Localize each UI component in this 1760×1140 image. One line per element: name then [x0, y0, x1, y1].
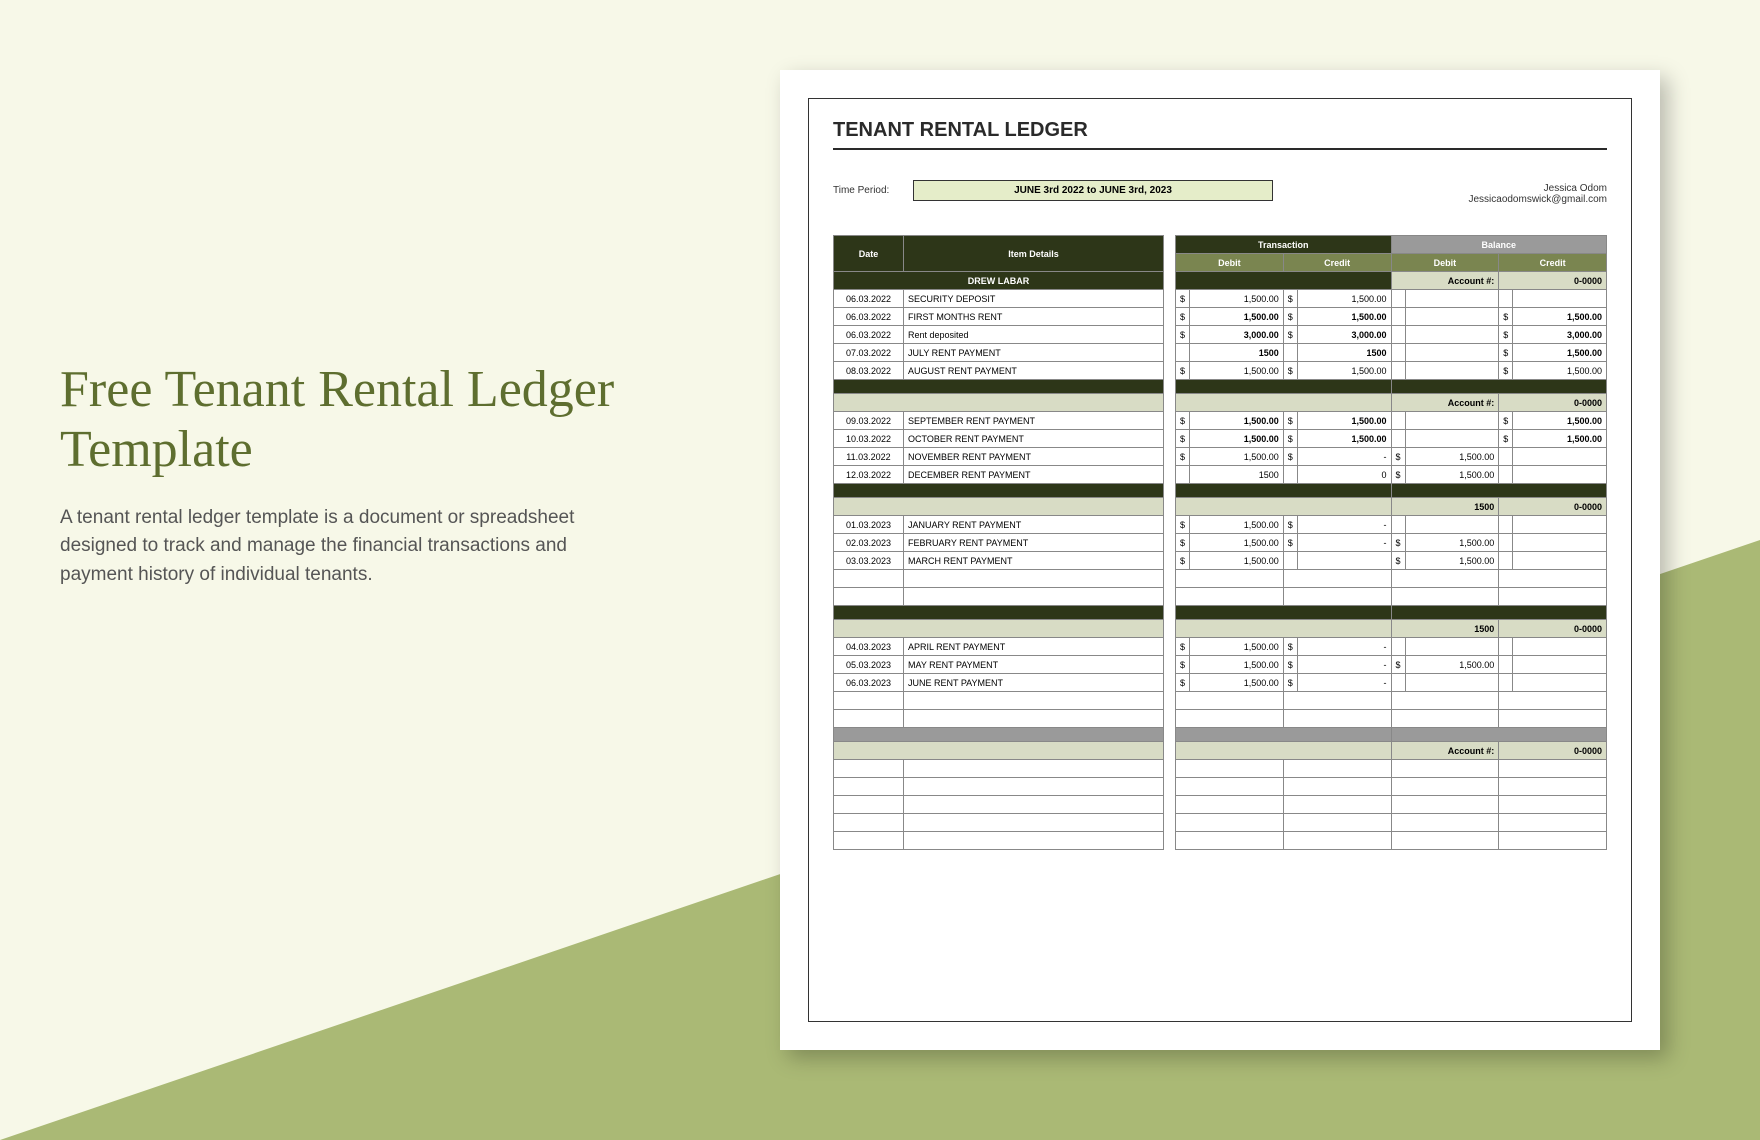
account-row: Account #:0-0000: [834, 742, 1607, 760]
col-trans-debit: Debit: [1176, 254, 1284, 272]
data-row: 11.03.2022NOVEMBER RENT PAYMENT$1,500.00…: [834, 448, 1607, 466]
empty-row: [834, 570, 1607, 588]
account-row: 15000-0000: [834, 620, 1607, 638]
document-preview: TENANT RENTAL LEDGER Time Period: JUNE 3…: [780, 70, 1660, 1050]
separator-row: [834, 606, 1607, 620]
data-row: 06.03.2022FIRST MONTHS RENT$1,500.00$1,5…: [834, 308, 1607, 326]
empty-row: [834, 814, 1607, 832]
col-bal-debit: Debit: [1391, 254, 1499, 272]
col-trans-credit: Credit: [1283, 254, 1391, 272]
empty-row: [834, 796, 1607, 814]
header-row-1: Date Item Details Transaction Balance: [834, 236, 1607, 254]
empty-row: [834, 778, 1607, 796]
data-row: 07.03.2022JULY RENT PAYMENT15001500$1,50…: [834, 344, 1607, 362]
empty-row: [834, 760, 1607, 778]
data-row: 03.03.2023MARCH RENT PAYMENT$1,500.00$1,…: [834, 552, 1607, 570]
tenant-row: DREW LABARAccount #:0-0000: [834, 272, 1607, 290]
page-title: Free Tenant Rental Ledger Template: [60, 360, 620, 480]
data-row: 04.03.2023APRIL RENT PAYMENT$1,500.00$-: [834, 638, 1607, 656]
data-row: 12.03.2022DECEMBER RENT PAYMENT15000$1,5…: [834, 466, 1607, 484]
col-date: Date: [834, 236, 904, 272]
data-row: 01.03.2023JANUARY RENT PAYMENT$1,500.00$…: [834, 516, 1607, 534]
page-description: A tenant rental ledger template is a doc…: [60, 504, 620, 590]
data-row: 06.03.2023JUNE RENT PAYMENT$1,500.00$-: [834, 674, 1607, 692]
data-row: 06.03.2022Rent deposited$3,000.00$3,000.…: [834, 326, 1607, 344]
data-row: 06.03.2022SECURITY DEPOSIT$1,500.00$1,50…: [834, 290, 1607, 308]
col-item: Item Details: [904, 236, 1164, 272]
data-row: 02.03.2023FEBRUARY RENT PAYMENT$1,500.00…: [834, 534, 1607, 552]
data-row: 08.03.2022AUGUST RENT PAYMENT$1,500.00$1…: [834, 362, 1607, 380]
period-value: JUNE 3rd 2022 to JUNE 3rd, 2023: [913, 180, 1273, 201]
data-row: 09.03.2022SEPTEMBER RENT PAYMENT$1,500.0…: [834, 412, 1607, 430]
empty-row: [834, 832, 1607, 850]
data-row: 10.03.2022OCTOBER RENT PAYMENT$1,500.00$…: [834, 430, 1607, 448]
col-bal-credit: Credit: [1499, 254, 1607, 272]
left-panel: Free Tenant Rental Ledger Template A ten…: [60, 360, 620, 589]
separator-row: [834, 484, 1607, 498]
col-balance: Balance: [1391, 236, 1607, 254]
data-row: 05.03.2023MAY RENT PAYMENT$1,500.00$-$1,…: [834, 656, 1607, 674]
document-inner: TENANT RENTAL LEDGER Time Period: JUNE 3…: [808, 98, 1632, 1022]
col-transaction: Transaction: [1176, 236, 1392, 254]
empty-row: [834, 710, 1607, 728]
account-row: 15000-0000: [834, 498, 1607, 516]
separator-row: [834, 728, 1607, 742]
period-label: Time Period:: [833, 185, 913, 196]
account-row: Account #:0-0000: [834, 394, 1607, 412]
separator-row: [834, 380, 1607, 394]
ledger-table: Date Item Details Transaction Balance De…: [833, 235, 1607, 850]
empty-row: [834, 588, 1607, 606]
empty-row: [834, 692, 1607, 710]
ledger-title: TENANT RENTAL LEDGER: [833, 119, 1607, 150]
